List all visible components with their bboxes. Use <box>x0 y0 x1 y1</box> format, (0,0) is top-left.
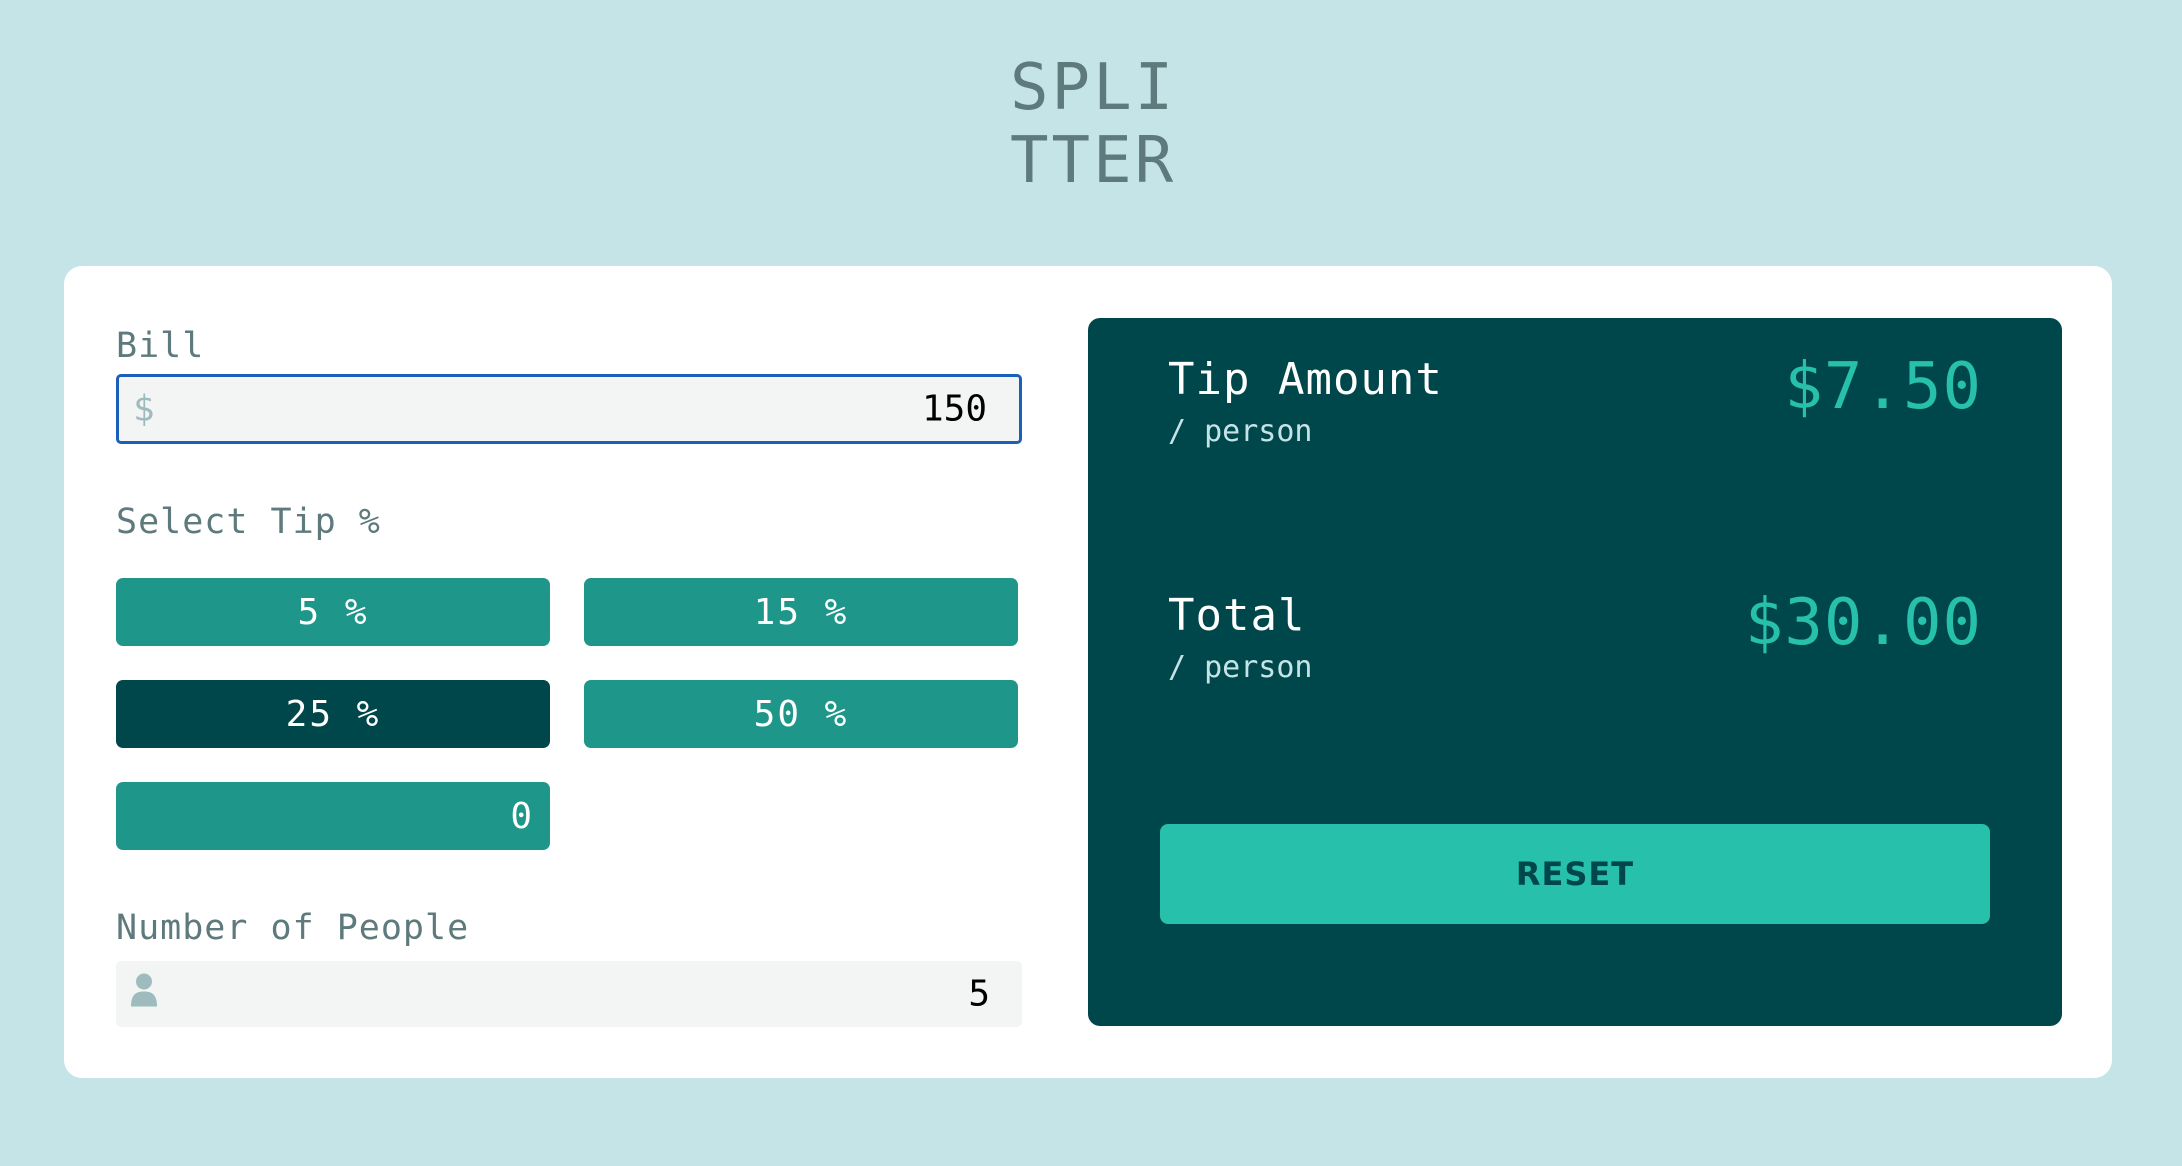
person-icon <box>130 973 158 1016</box>
bill-input[interactable]: $ 150 <box>116 374 1022 444</box>
total-sub: / person <box>1168 650 1313 685</box>
tip-25-button[interactable]: 25 % <box>116 680 550 748</box>
tip-amount-value: $7.50 <box>1784 350 1982 424</box>
total-label: Total <box>1168 590 1306 641</box>
tip-5-button[interactable]: 5 % <box>116 578 550 646</box>
calculator-card: Bill $ 150 Select Tip % 5 % 15 % 25 % 50… <box>64 266 2112 1078</box>
tip-50-button[interactable]: 50 % <box>584 680 1018 748</box>
total-value: $30.00 <box>1744 586 1982 660</box>
tip-amount-sub: / person <box>1168 414 1313 449</box>
results-panel: Tip Amount / person $7.50 Total / person… <box>1088 318 2062 1026</box>
tip-label: Select Tip % <box>116 502 381 542</box>
app-logo: SPLI TTER <box>1010 52 1176 198</box>
custom-tip-input[interactable]: 0 <box>116 782 550 850</box>
people-value: 5 <box>968 973 990 1015</box>
people-label: Number of People <box>116 908 470 948</box>
tip-15-button[interactable]: 15 % <box>584 578 1018 646</box>
logo-line-2: TTER <box>1010 124 1177 198</box>
logo-line-1: SPLI <box>1010 51 1177 125</box>
bill-value: 150 <box>921 388 987 430</box>
tip-amount-label: Tip Amount <box>1168 354 1443 405</box>
bill-label: Bill <box>116 326 205 366</box>
people-input[interactable]: 5 <box>116 961 1022 1027</box>
reset-button[interactable]: RESET <box>1160 824 1990 924</box>
dollar-icon: $ <box>133 388 155 430</box>
